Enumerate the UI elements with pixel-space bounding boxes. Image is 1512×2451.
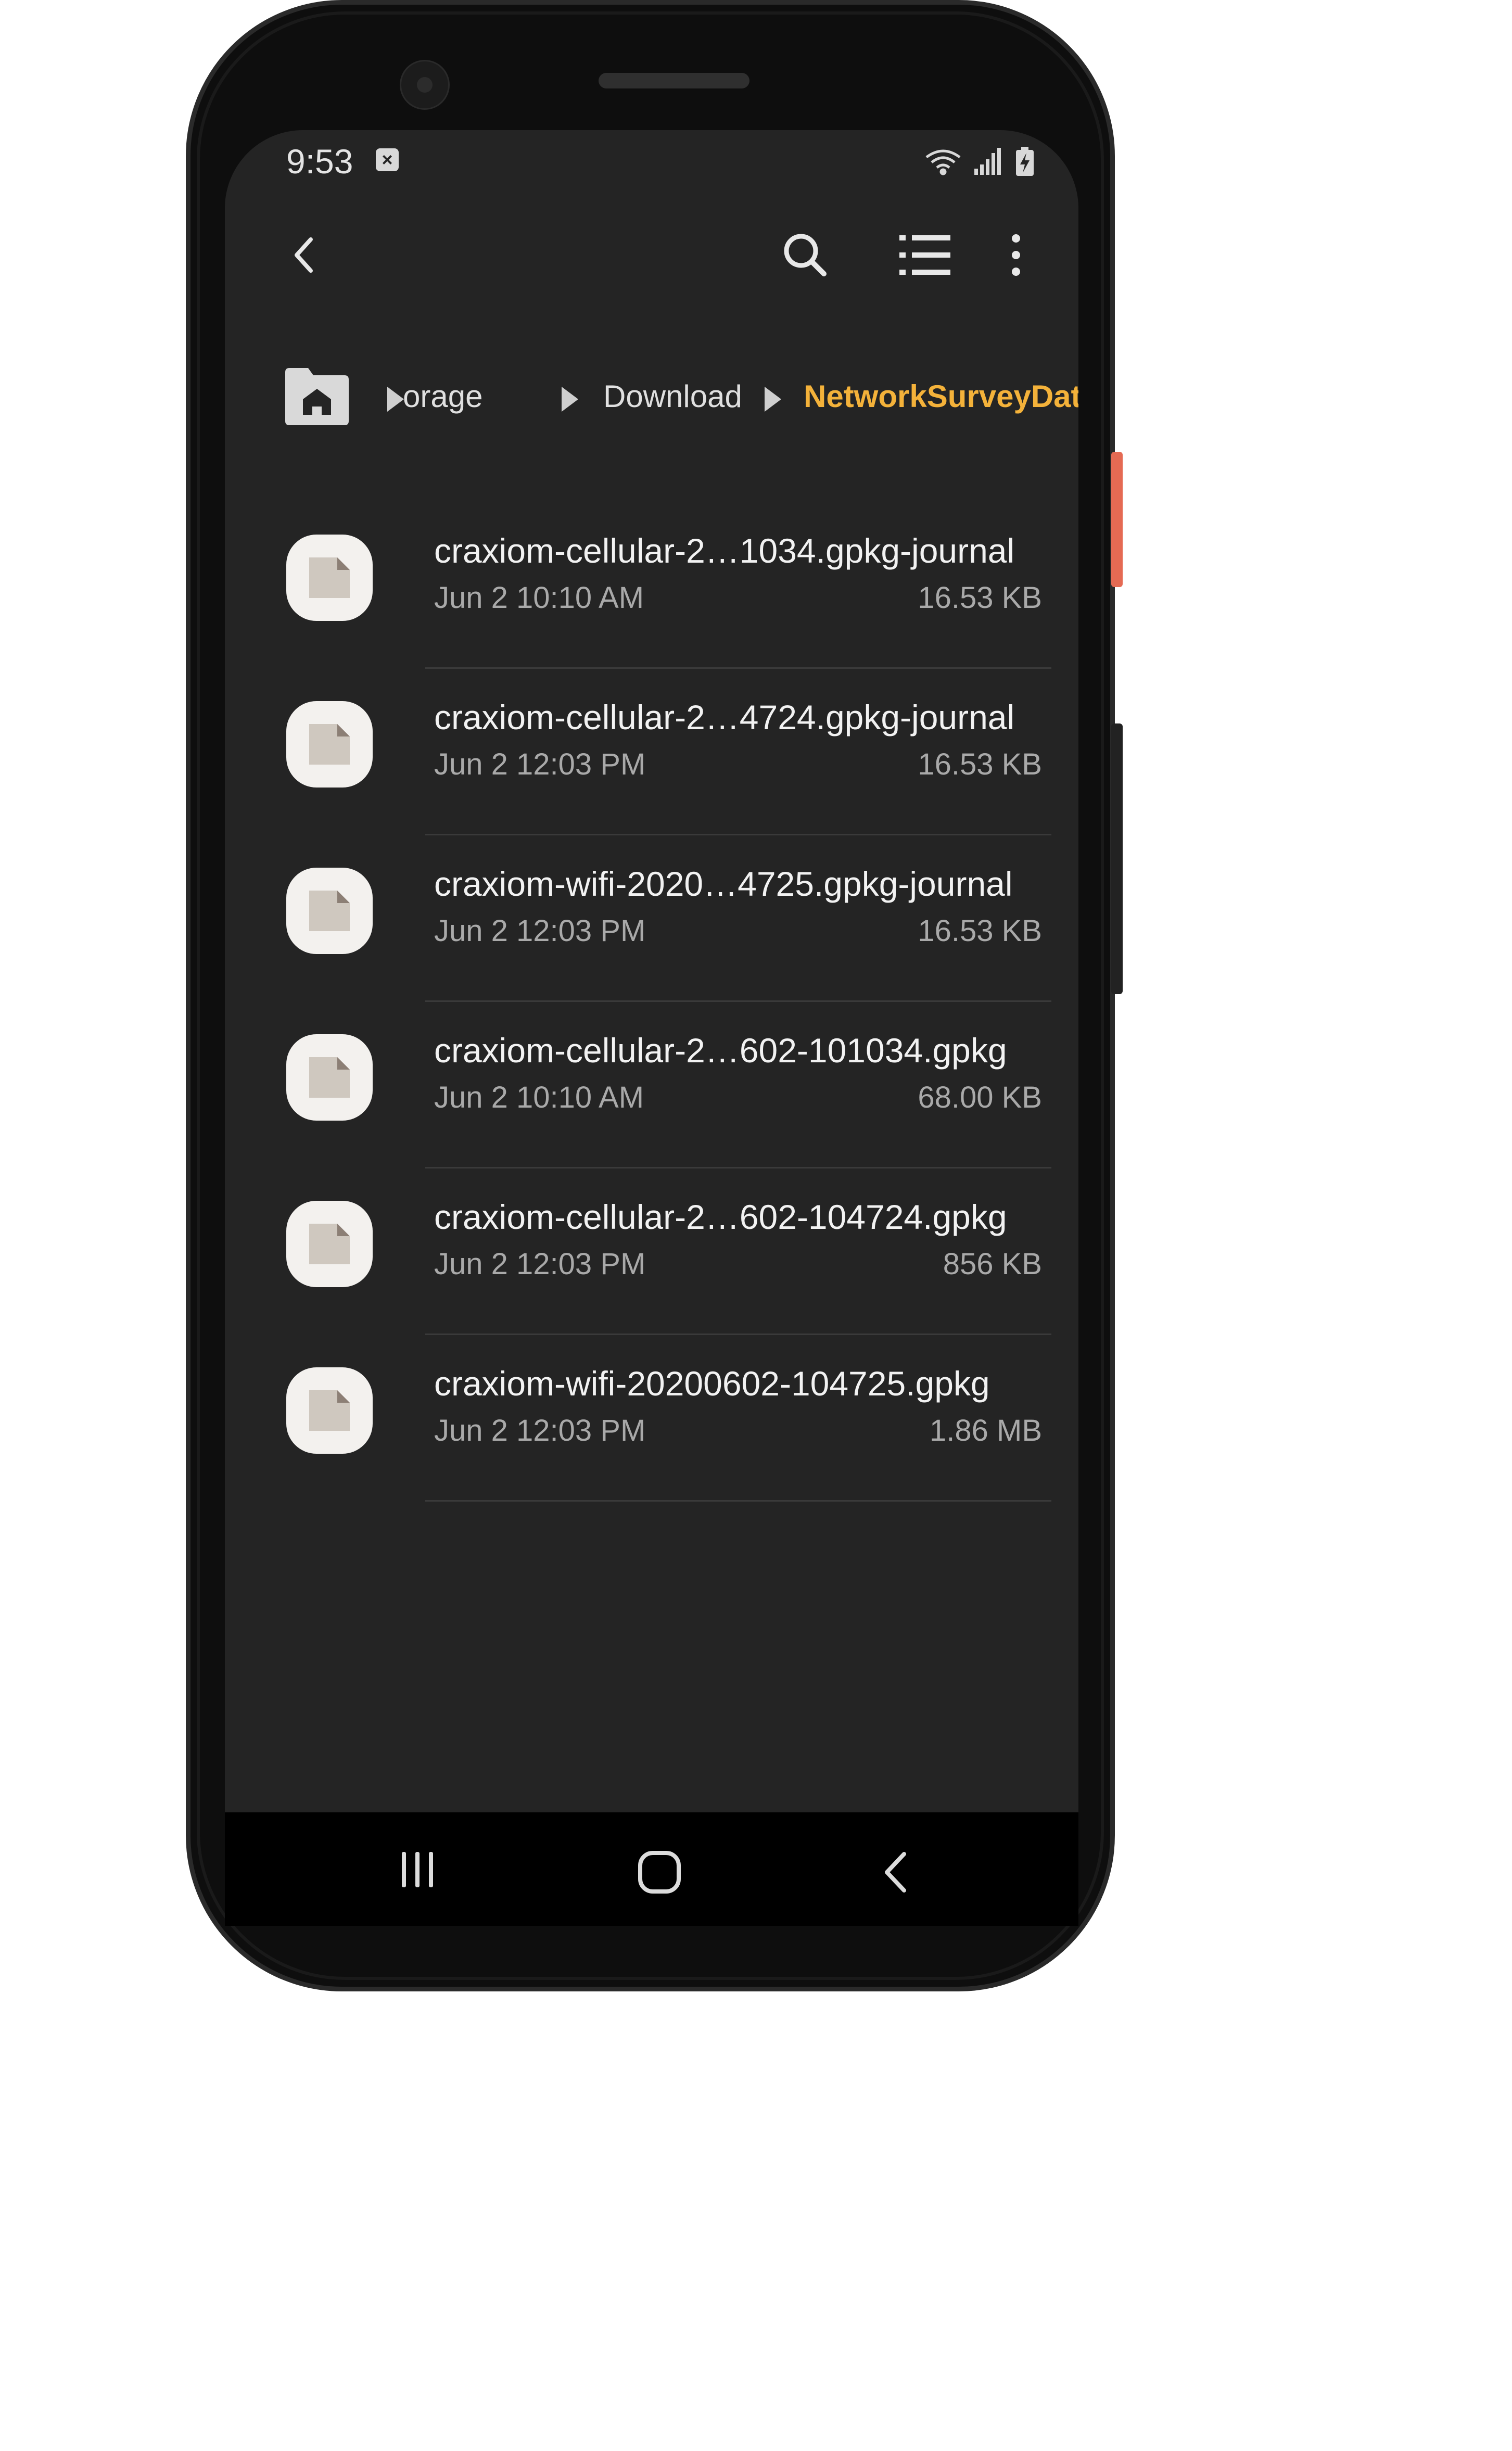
file-date: Jun 2 12:03 PM (434, 1247, 646, 1281)
back-arrow-icon[interactable] (282, 232, 329, 278)
file-row[interactable]: craxiom-cellular-2…4724.gpkg-journal Jun… (225, 669, 1078, 835)
wifi-icon (925, 149, 961, 175)
volume-button (1111, 723, 1123, 994)
breadcrumb-item-current[interactable]: NetworkSurveyData (804, 378, 1078, 414)
home-button-icon[interactable] (636, 1849, 683, 1896)
divider (425, 1500, 1051, 1502)
file-size: 16.53 KB (918, 581, 1042, 615)
front-camera (400, 60, 450, 110)
home-folder-icon[interactable] (283, 367, 351, 427)
breadcrumb-arrow-icon (387, 387, 404, 412)
file-name: craxiom-cellular-2…1034.gpkg-journal (434, 531, 1015, 570)
document-icon (286, 701, 373, 788)
status-time: 9:53 (286, 142, 353, 181)
navigation-bar (225, 1812, 1078, 1926)
power-button (1111, 452, 1123, 587)
list-view-icon[interactable] (896, 229, 954, 281)
file-row[interactable]: craxiom-wifi-20200602-104725.gpkg Jun 2 … (225, 1335, 1078, 1502)
file-name: craxiom-cellular-2…602-101034.gpkg (434, 1031, 1007, 1070)
file-row[interactable]: craxiom-cellular-2…602-104724.gpkg Jun 2… (225, 1169, 1078, 1335)
earpiece-speaker (599, 73, 749, 88)
document-icon (286, 1034, 373, 1121)
signal-icon (974, 148, 1001, 175)
status-bar: 9:53 × (225, 130, 1078, 193)
breadcrumb-item-download[interactable]: Download (603, 378, 742, 414)
breadcrumb-arrow-icon (562, 387, 578, 412)
file-name: craxiom-cellular-2…4724.gpkg-journal (434, 698, 1015, 736)
breadcrumb-arrow-icon (765, 387, 781, 412)
recents-icon[interactable] (397, 1849, 438, 1890)
toolbar (225, 208, 1078, 302)
document-icon (286, 1367, 373, 1454)
battery-charging-icon (1016, 147, 1034, 176)
breadcrumb-item-storage[interactable]: orage (403, 378, 482, 414)
search-icon[interactable] (779, 229, 831, 281)
document-icon (286, 868, 373, 954)
file-size: 16.53 KB (918, 747, 1042, 781)
system-status-icons (925, 147, 1034, 176)
file-size: 16.53 KB (918, 914, 1042, 948)
file-row[interactable]: craxiom-wifi-2020…4725.gpkg-journal Jun … (225, 835, 1078, 1002)
file-date: Jun 2 12:03 PM (434, 747, 646, 781)
document-icon (286, 1201, 373, 1287)
document-icon (286, 535, 373, 621)
file-row[interactable]: craxiom-cellular-2…1034.gpkg-journal Jun… (225, 502, 1078, 669)
file-date: Jun 2 12:03 PM (434, 1414, 646, 1447)
file-row[interactable]: craxiom-cellular-2…602-101034.gpkg Jun 2… (225, 1002, 1078, 1169)
file-date: Jun 2 12:03 PM (434, 914, 646, 948)
screen: 9:53 × orage Download NetworkSurveyData … (225, 130, 1078, 1926)
x-box-icon: × (376, 148, 399, 171)
file-name: craxiom-wifi-20200602-104725.gpkg (434, 1364, 990, 1403)
file-size: 856 KB (943, 1247, 1042, 1281)
breadcrumb: orage Download NetworkSurveyData (283, 367, 1078, 429)
file-name: craxiom-cellular-2…602-104724.gpkg (434, 1198, 1007, 1236)
file-date: Jun 2 10:10 AM (434, 581, 644, 615)
nav-back-icon[interactable] (875, 1849, 917, 1896)
file-size: 68.00 KB (918, 1081, 1042, 1114)
more-vertical-icon[interactable] (1006, 229, 1026, 281)
file-size: 1.86 MB (930, 1414, 1042, 1447)
file-name: craxiom-wifi-2020…4725.gpkg-journal (434, 865, 1013, 903)
file-date: Jun 2 10:10 AM (434, 1081, 644, 1114)
